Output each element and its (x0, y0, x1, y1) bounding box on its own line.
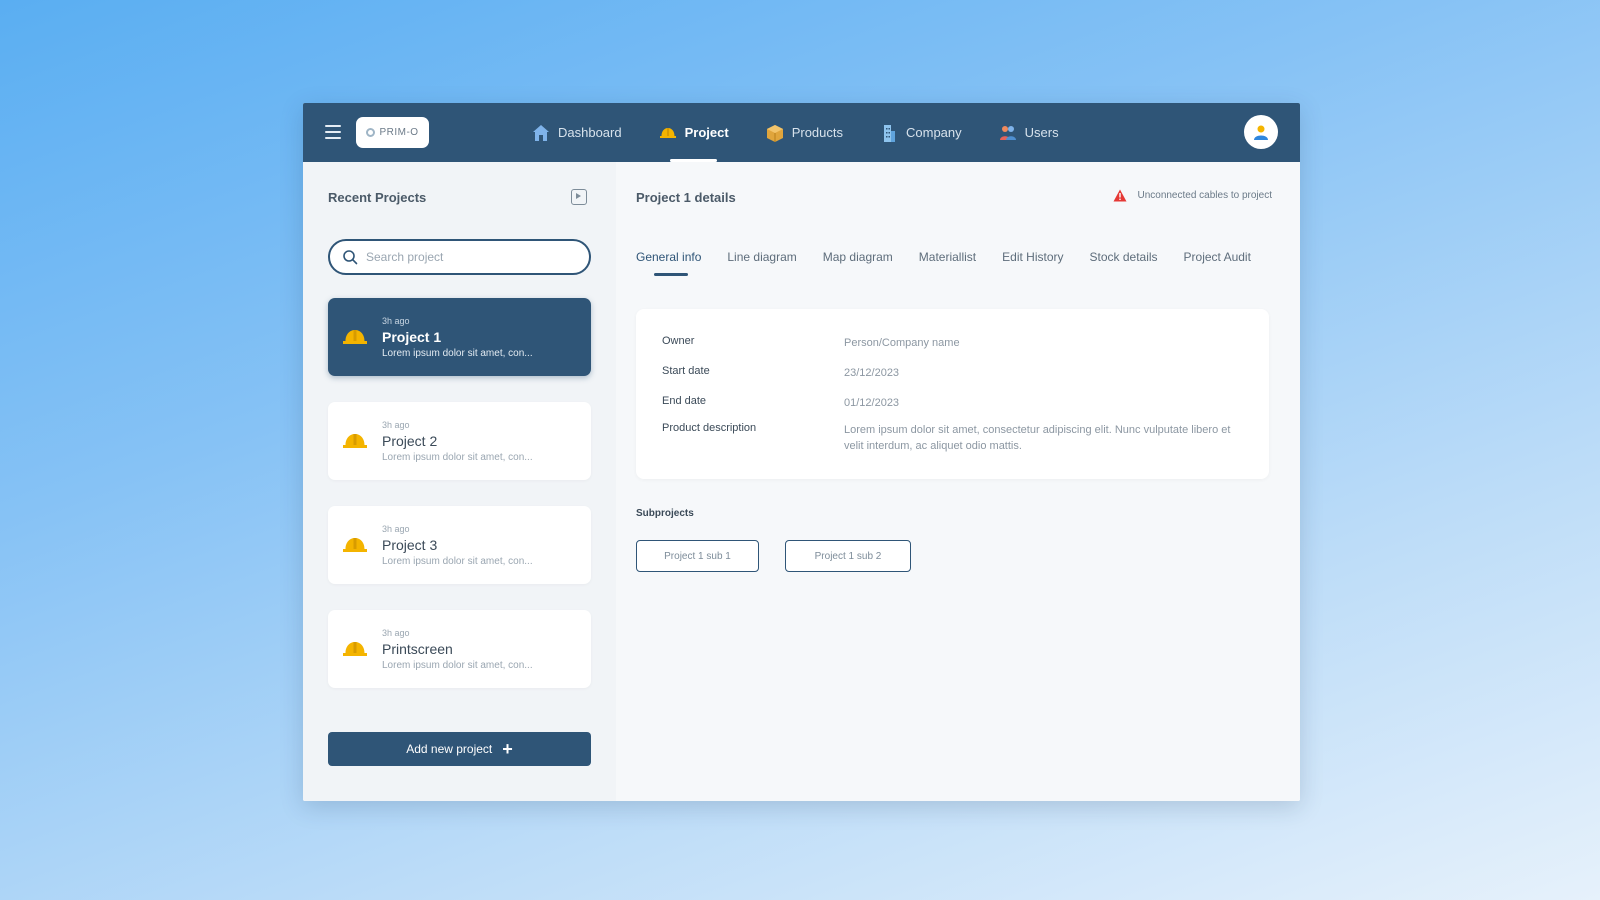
project-card[interactable]: 3h ago Project 1 Lorem ipsum dolor sit a… (328, 298, 591, 376)
warning-banner[interactable]: Unconnected cables to project (1113, 189, 1272, 202)
nav-item-label: Company (906, 125, 962, 140)
search-input[interactable] (366, 250, 566, 264)
app-window: PRIM-O Dashboard Project Products Compan… (303, 103, 1300, 801)
nav-item-dashboard[interactable]: Dashboard (513, 103, 640, 162)
building-icon (879, 123, 899, 143)
collapse-panel-icon[interactable] (571, 189, 587, 205)
project-name: Printscreen (382, 640, 453, 657)
info-row-end-date: End date 01/12/2023 (662, 395, 1244, 411)
top-nav-bar: PRIM-O Dashboard Project Products Compan… (303, 103, 1300, 162)
owner-value: Person/Company name (844, 337, 960, 349)
description-value: Lorem ipsum dolor sit amet, consectetur … (844, 424, 1231, 452)
plus-icon: + (502, 739, 513, 759)
nav-item-users[interactable]: Users (980, 103, 1077, 162)
app-logo[interactable]: PRIM-O (356, 117, 429, 148)
hardhat-icon (343, 642, 367, 656)
box-icon (765, 123, 785, 143)
info-row-owner: Owner Person/Company name (662, 335, 1244, 351)
project-description: Lorem ipsum dolor sit amet, con... (382, 451, 533, 463)
search-icon (343, 250, 358, 265)
subproject-button[interactable]: Project 1 sub 1 (636, 540, 759, 572)
description-label: Product description (662, 422, 757, 434)
start-date-label: Start date (662, 365, 710, 377)
project-card[interactable]: 3h ago Project 3 Lorem ipsum dolor sit a… (328, 506, 591, 584)
project-card[interactable]: 3h ago Project 2 Lorem ipsum dolor sit a… (328, 402, 591, 480)
nav-item-label: Dashboard (558, 125, 622, 140)
users-icon (998, 123, 1018, 143)
project-card[interactable]: 3h ago Printscreen Lorem ipsum dolor sit… (328, 610, 591, 688)
recent-projects-title: Recent Projects (328, 190, 427, 205)
project-name: Project 3 (382, 536, 438, 553)
home-icon (531, 123, 551, 143)
nav-item-label: Users (1024, 125, 1059, 140)
logo-mark-icon (366, 128, 376, 137)
nav-item-label: Project (684, 125, 729, 140)
nav-item-label: Products (791, 125, 843, 140)
logo-text: PRIM-O (379, 127, 419, 138)
tab-stock-details[interactable]: Stock details (1090, 250, 1158, 276)
add-new-project-button[interactable]: Add new project + (328, 732, 591, 766)
tab-materiallist[interactable]: Materiallist (919, 250, 976, 276)
project-name: Project 1 (382, 328, 442, 345)
subproject-button[interactable]: Project 1 sub 2 (785, 540, 911, 572)
project-time: 3h ago (382, 627, 410, 638)
user-avatar[interactable] (1244, 115, 1278, 149)
owner-label: Owner (662, 335, 695, 347)
details-tabs: General info Line diagram Map diagram Ma… (636, 250, 1251, 276)
hardhat-icon (343, 434, 367, 448)
subprojects-title: Subprojects (636, 508, 694, 519)
general-info-card: Owner Person/Company name Start date 23/… (636, 309, 1269, 479)
info-row-description: Product description Lorem ipsum dolor si… (662, 422, 1244, 454)
project-name: Project 2 (382, 432, 438, 449)
nav-item-products[interactable]: Products (747, 103, 861, 162)
recent-projects-panel: Recent Projects 3h ago Project 1 Lorem i… (303, 162, 616, 801)
alert-triangle-icon (1113, 189, 1127, 202)
nav-item-company[interactable]: Company (861, 103, 980, 162)
nav-item-project[interactable]: Project (640, 103, 747, 162)
project-description: Lorem ipsum dolor sit amet, con... (382, 347, 533, 359)
project-description: Lorem ipsum dolor sit amet, con... (382, 555, 533, 567)
hamburger-menu-icon[interactable] (325, 125, 341, 139)
project-details-title: Project 1 details (636, 190, 736, 205)
hardhat-icon (343, 330, 367, 344)
tab-general-info[interactable]: General info (636, 250, 701, 276)
tab-line-diagram[interactable]: Line diagram (727, 250, 796, 276)
project-time: 3h ago (382, 523, 410, 534)
tab-project-audit[interactable]: Project Audit (1184, 250, 1251, 276)
add-project-label: Add new project (406, 742, 493, 756)
start-date-value: 23/12/2023 (844, 367, 900, 379)
hardhat-icon (658, 123, 678, 143)
tab-map-diagram[interactable]: Map diagram (823, 250, 893, 276)
info-row-start-date: Start date 23/12/2023 (662, 365, 1244, 381)
project-details-panel: Project 1 details Unconnected cables to … (616, 162, 1300, 801)
tab-edit-history[interactable]: Edit History (1002, 250, 1063, 276)
project-description: Lorem ipsum dolor sit amet, con... (382, 659, 533, 671)
warning-text: Unconnected cables to project (1137, 190, 1272, 201)
hardhat-icon (343, 538, 367, 552)
user-avatar-icon (1254, 125, 1268, 140)
main-nav: Dashboard Project Products Company Users (513, 103, 1077, 162)
project-time: 3h ago (382, 419, 410, 430)
search-bar (328, 239, 591, 275)
end-date-value: 01/12/2023 (844, 397, 900, 409)
project-time: 3h ago (382, 315, 410, 326)
end-date-label: End date (662, 395, 707, 407)
